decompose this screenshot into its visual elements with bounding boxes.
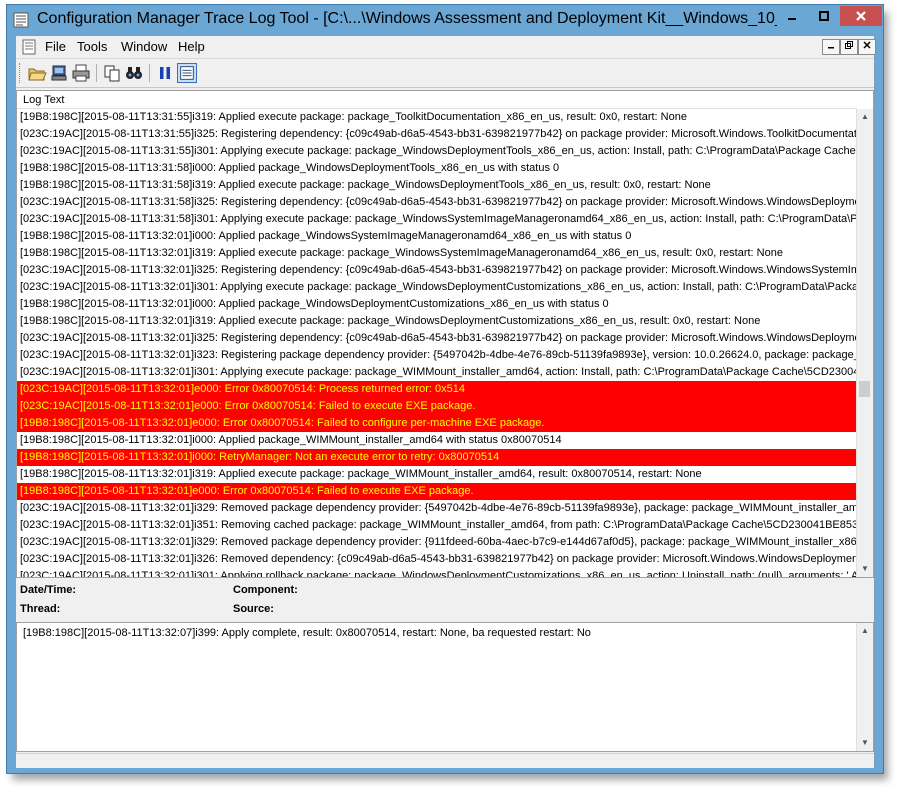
log-row[interactable]: [023C:19AC][2015-08-11T13:32:01]e000: Er…	[17, 398, 857, 415]
log-row[interactable]: [19B8:198C][2015-08-11T13:32:01]i000: Ap…	[17, 228, 857, 245]
minimize-icon	[788, 18, 796, 20]
component-label: Component:	[233, 584, 298, 596]
log-row[interactable]: [19B8:198C][2015-08-11T13:32:01]i319: Ap…	[17, 466, 857, 483]
message-text: [19B8:198C][2015-08-11T13:32:07]i399: Ap…	[23, 627, 591, 639]
log-row[interactable]: [19B8:198C][2015-08-11T13:32:01]e000: Er…	[17, 415, 857, 432]
toolbar-separator	[149, 64, 150, 82]
log-row[interactable]: [19B8:198C][2015-08-11T13:31:58]i000: Ap…	[17, 160, 857, 177]
scroll-up-arrow-icon[interactable]: ▲	[857, 109, 873, 125]
log-row[interactable]: [023C:19AC][2015-08-11T13:32:01]i325: Re…	[17, 262, 857, 279]
log-list[interactable]: Log Text [19B8:198C][2015-08-11T13:31:55…	[16, 90, 874, 578]
log-row[interactable]: [023C:19AC][2015-08-11T13:31:55]i301: Ap…	[17, 143, 857, 160]
server-icon[interactable]	[49, 63, 69, 83]
lines-view-icon[interactable]	[177, 63, 197, 83]
datetime-label: Date/Time:	[20, 584, 77, 596]
app-icon	[13, 12, 29, 28]
details-pane: Date/Time: Component: Thread: Source:	[16, 578, 874, 622]
log-row[interactable]: [023C:19AC][2015-08-11T13:32:01]i351: Re…	[17, 517, 857, 534]
close-icon	[863, 41, 871, 49]
log-row[interactable]: [023C:19AC][2015-08-11T13:32:01]i301: Ap…	[17, 364, 857, 381]
log-scrollbar[interactable]: ▲ ▼	[856, 109, 873, 577]
mdi-restore-button[interactable]	[840, 39, 858, 55]
minimize-button[interactable]	[778, 6, 806, 26]
message-textbox[interactable]: [19B8:198C][2015-08-11T13:32:07]i399: Ap…	[16, 622, 874, 752]
log-row[interactable]: [023C:19AC][2015-08-11T13:32:01]i323: Re…	[17, 347, 857, 364]
client-area: File Tools Window Help Log Text [19B8:19…	[15, 35, 876, 768]
toolbar-grip[interactable]	[19, 63, 23, 83]
app-window: Configuration Manager Trace Log Tool - […	[6, 4, 884, 774]
log-row[interactable]: [19B8:198C][2015-08-11T13:31:55]i319: Ap…	[17, 109, 857, 126]
log-row[interactable]: [023C:19AC][2015-08-11T13:32:01]i329: Re…	[17, 534, 857, 551]
toolbar	[16, 59, 874, 88]
print-icon[interactable]	[71, 63, 91, 83]
title-bar[interactable]: Configuration Manager Trace Log Tool - […	[7, 5, 883, 35]
toolbar-separator	[96, 64, 97, 82]
log-text-column-header[interactable]: Log Text	[17, 91, 857, 109]
minimize-icon	[828, 47, 834, 49]
scroll-thumb[interactable]	[859, 381, 870, 397]
close-button[interactable]	[840, 6, 882, 26]
log-row[interactable]: [19B8:198C][2015-08-11T13:32:01]i000: Ap…	[17, 432, 857, 449]
scroll-up-arrow-icon[interactable]: ▲	[857, 623, 873, 639]
log-row[interactable]: [023C:19AC][2015-08-11T13:31:58]i301: Ap…	[17, 211, 857, 228]
find-binoculars-icon[interactable]	[124, 63, 144, 83]
thread-label: Thread:	[20, 603, 61, 615]
scroll-down-arrow-icon[interactable]: ▼	[857, 735, 873, 751]
source-label: Source:	[233, 603, 274, 615]
open-folder-icon[interactable]	[27, 63, 47, 83]
mdi-close-button[interactable]	[858, 39, 876, 55]
log-row[interactable]: [023C:19AC][2015-08-11T13:32:01]i301: Ap…	[17, 279, 857, 296]
log-row[interactable]: [023C:19AC][2015-08-11T13:32:01]i329: Re…	[17, 500, 857, 517]
log-row[interactable]: [023C:19AC][2015-08-11T13:32:01]i325: Re…	[17, 330, 857, 347]
log-row[interactable]: [19B8:198C][2015-08-11T13:32:01]i000: Re…	[17, 449, 857, 466]
message-scrollbar[interactable]: ▲ ▼	[856, 623, 873, 751]
log-row[interactable]: [023C:19AC][2015-08-11T13:32:01]i301: Ap…	[17, 568, 857, 577]
log-row[interactable]: [023C:19AC][2015-08-11T13:32:01]e000: Er…	[17, 381, 857, 398]
status-bar	[16, 753, 874, 768]
log-row[interactable]: [19B8:198C][2015-08-11T13:32:01]e000: Er…	[17, 483, 857, 500]
log-row[interactable]: [023C:19AC][2015-08-11T13:31:55]i325: Re…	[17, 126, 857, 143]
document-icon[interactable]	[21, 39, 37, 55]
mdi-minimize-button[interactable]	[822, 39, 840, 55]
menu-help[interactable]: Help	[178, 39, 205, 54]
pause-icon[interactable]	[155, 63, 175, 83]
log-row[interactable]: [19B8:198C][2015-08-11T13:32:01]i000: Ap…	[17, 296, 857, 313]
close-icon	[856, 11, 866, 21]
log-row[interactable]: [023C:19AC][2015-08-11T13:32:01]i326: Re…	[17, 551, 857, 568]
copy-icon[interactable]	[102, 63, 122, 83]
log-rows: [19B8:198C][2015-08-11T13:31:55]i319: Ap…	[17, 109, 857, 577]
menu-bar: File Tools Window Help	[16, 36, 876, 59]
log-row[interactable]: [19B8:198C][2015-08-11T13:31:58]i319: Ap…	[17, 177, 857, 194]
maximize-button[interactable]	[810, 6, 838, 26]
window-title: Configuration Manager Trace Log Tool - […	[37, 10, 777, 27]
maximize-icon	[819, 11, 829, 21]
scroll-down-arrow-icon[interactable]: ▼	[857, 561, 873, 577]
log-row[interactable]: [023C:19AC][2015-08-11T13:31:58]i325: Re…	[17, 194, 857, 211]
menu-file[interactable]: File	[45, 39, 66, 54]
log-row[interactable]: [19B8:198C][2015-08-11T13:32:01]i319: Ap…	[17, 245, 857, 262]
menu-tools[interactable]: Tools	[77, 39, 107, 54]
restore-icon	[845, 41, 853, 49]
menu-window[interactable]: Window	[121, 39, 167, 54]
log-row[interactable]: [19B8:198C][2015-08-11T13:32:01]i319: Ap…	[17, 313, 857, 330]
